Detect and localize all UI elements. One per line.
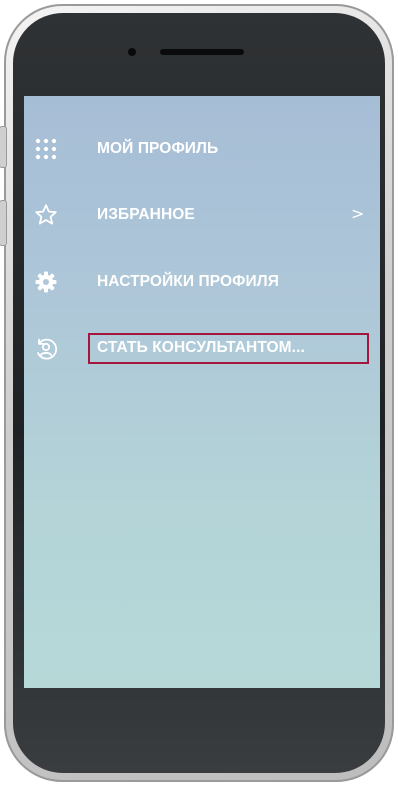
menu-item-label: НАСТРОЙКИ ПРОФИЛЯ <box>97 273 279 290</box>
grid-dots-icon <box>34 137 58 161</box>
star-outline-icon <box>34 203 58 227</box>
menu-item-label: МОЙ ПРОФИЛЬ <box>97 140 219 157</box>
speaker-grille <box>160 49 244 55</box>
menu-item-label: ИЗБРАННОЕ <box>97 206 195 223</box>
volume-button <box>0 200 7 246</box>
mute-switch <box>0 126 7 168</box>
user-circle-icon <box>34 337 58 361</box>
app-screen: МОЙ ПРОФИЛЬ ИЗБРАННОЕ > НАСТРОЙКИ ПРОФИЛ… <box>24 96 380 688</box>
menu-item-my-profile[interactable]: МОЙ ПРОФИЛЬ <box>24 129 380 169</box>
menu-item-become-consultant[interactable]: СТАТЬ КОНСУЛЬТАНТОМ... <box>24 329 380 369</box>
menu-item-profile-settings[interactable]: НАСТРОЙКИ ПРОФИЛЯ <box>24 262 380 302</box>
menu-item-favorites[interactable]: ИЗБРАННОЕ > <box>24 195 380 235</box>
chevron-right-icon: > <box>351 204 365 223</box>
front-camera <box>128 48 136 56</box>
menu-item-label: СТАТЬ КОНСУЛЬТАНТОМ... <box>97 339 305 356</box>
gear-icon <box>34 270 58 294</box>
